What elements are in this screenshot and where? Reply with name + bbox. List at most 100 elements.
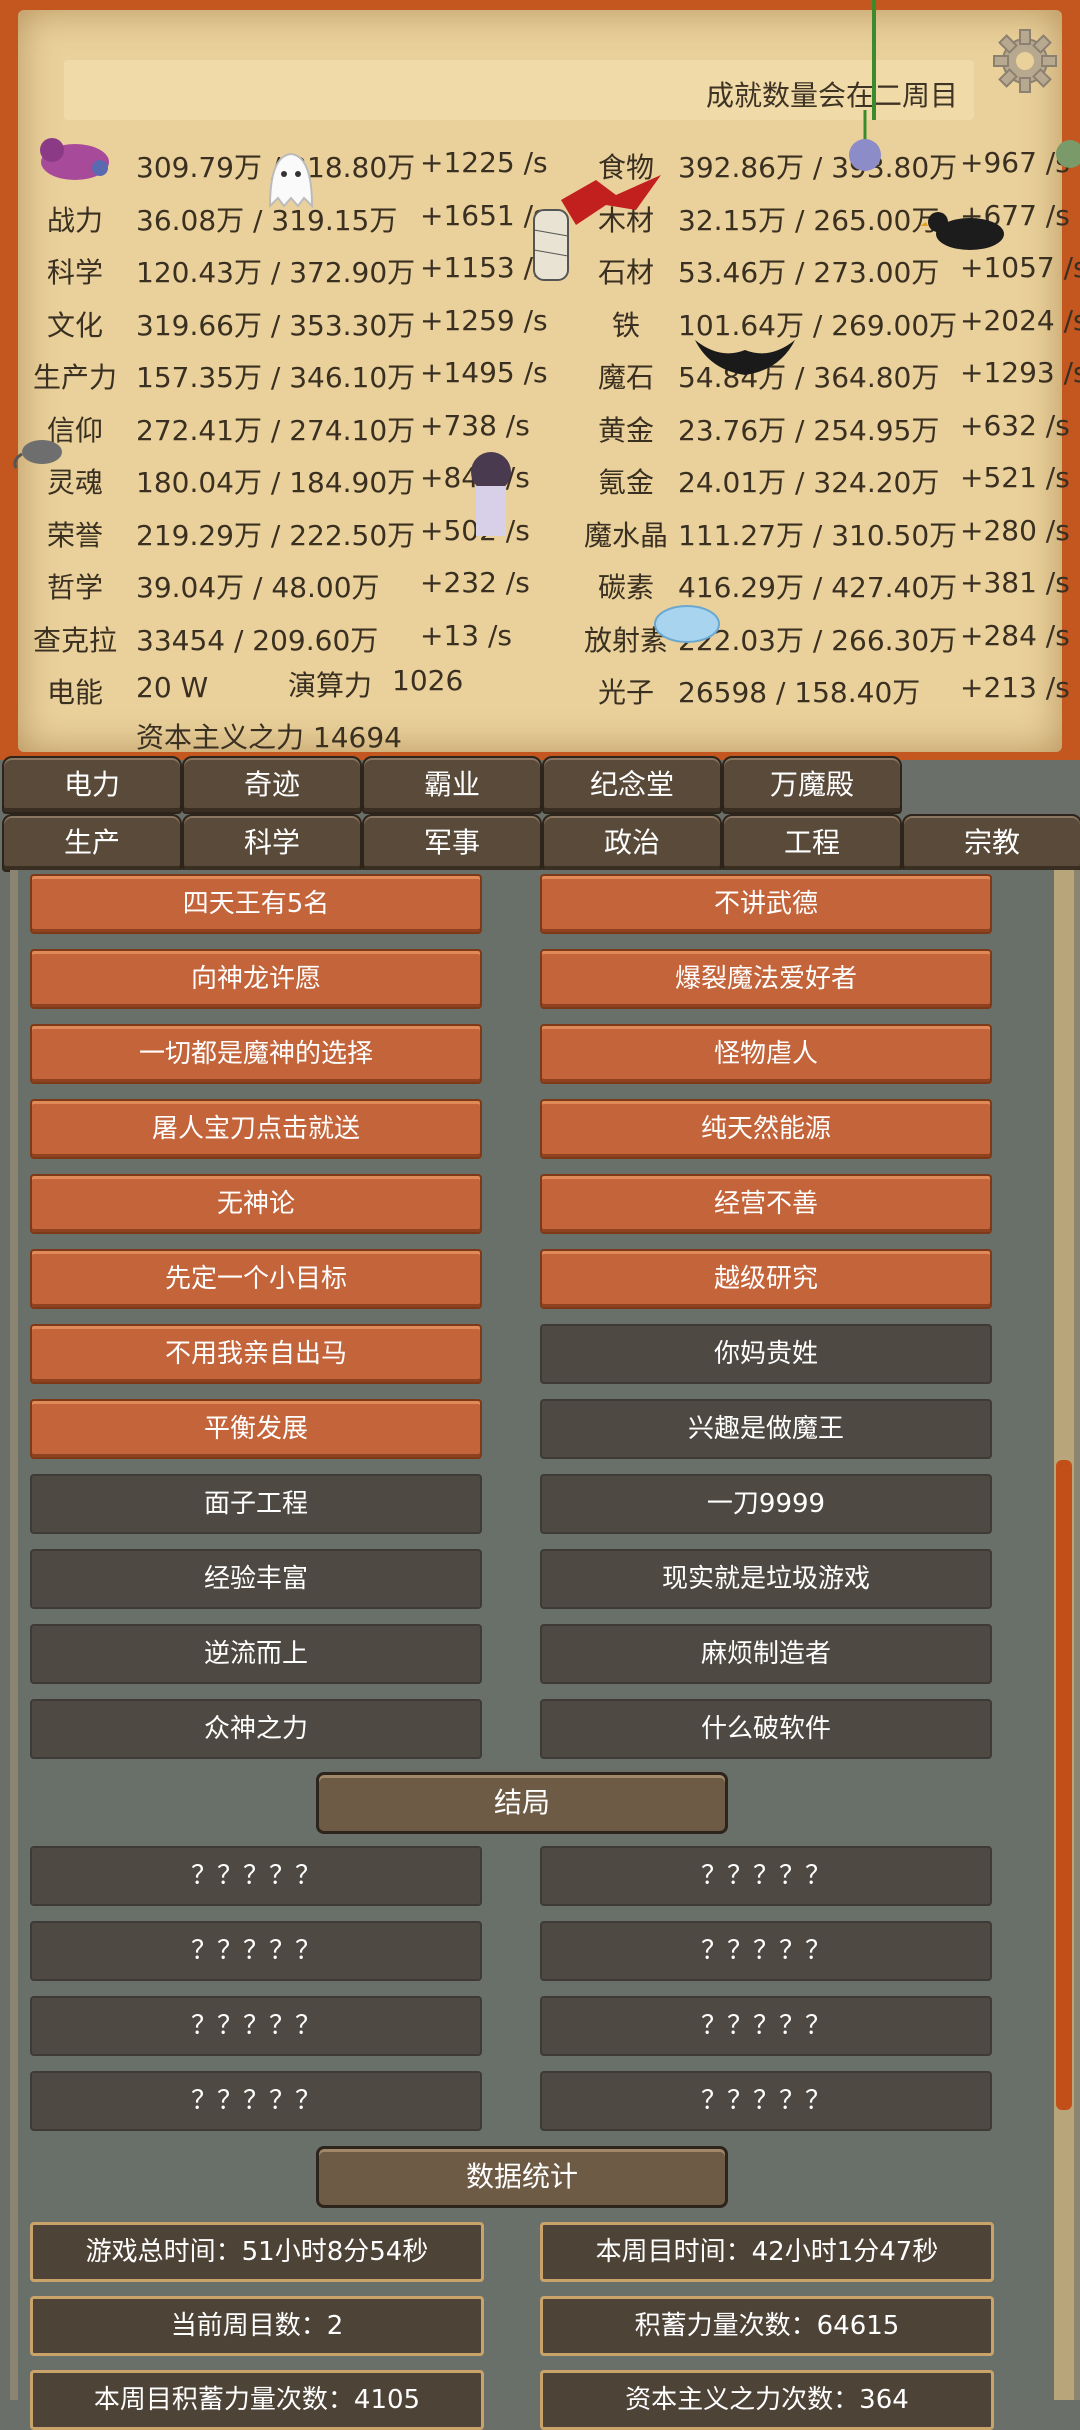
slime-icon [654, 605, 720, 643]
resource-rate: +738 /s [420, 408, 530, 442]
achievement-button[interactable]: 经验丰富 [30, 1549, 482, 1609]
resource-name: 生产力 [32, 361, 117, 394]
resource-name: 查克拉 [32, 623, 117, 657]
stat-box: 本周目时间：42小时1分47秒 [540, 2222, 994, 2282]
resource-row: 灵魂 180.04万 / 184.90万 +848 /s 氪金 24.01万 / 324… [0, 453, 1080, 505]
achievement-button[interactable]: 面子工程 [30, 1474, 482, 1534]
achievement-button[interactable]: 无神论 [30, 1174, 482, 1234]
resource-rate: +1293 /s [960, 356, 1080, 389]
stat-box: 当前周目数：2 [30, 2296, 484, 2356]
tab-button[interactable]: 万魔殿 [722, 756, 902, 814]
resource-name: 荣誉 [46, 518, 103, 552]
stat-box: 游戏总时间：51小时8分54秒 [30, 2222, 484, 2282]
ending-slot[interactable]: ？？？？？ [30, 1996, 482, 2056]
tab-button[interactable]: 纪念堂 [542, 756, 722, 814]
stats-heading: 数据统计 [316, 2146, 728, 2208]
tab-button[interactable]: 生产 [2, 814, 182, 872]
resource-rate: +13 /s [420, 618, 513, 652]
tab-button[interactable]: 政治 [542, 814, 722, 872]
achievement-button[interactable]: 现实就是垃圾游戏 [540, 1549, 992, 1609]
stat-box: 资本主义之力次数：364 [540, 2370, 994, 2430]
ending-slot[interactable]: ？？？？？ [540, 1846, 992, 1906]
ending-slot[interactable]: ？？？？？ [30, 1921, 482, 1981]
red-dragon-icon [561, 175, 661, 225]
tab-button[interactable]: 霸业 [362, 756, 542, 814]
ending-slot[interactable]: ？？？？？ [30, 2071, 482, 2131]
achievement-button[interactable]: 爆裂魔法爱好者 [540, 949, 992, 1009]
resource-value: 53.46万 / 273.00万 [678, 256, 940, 289]
achievement-button[interactable]: 不讲武德 [540, 874, 992, 934]
resource-value: 23.76万 / 254.95万 [678, 413, 940, 447]
resource-value: 111.27万 / 310.50万 [678, 518, 958, 552]
resource-value: 180.04万 / 184.90万 [136, 466, 416, 499]
achievement-button[interactable]: 一刀9999 [540, 1474, 992, 1534]
capital-row: 资本主义之力 14694 [0, 708, 1080, 760]
green-monster-icon [1056, 140, 1080, 168]
tab-button[interactable]: 奇迹 [182, 756, 362, 814]
tab-button[interactable]: 工程 [722, 814, 902, 872]
resource-value: 32.15万 / 265.00万 [678, 203, 940, 237]
ending-slot[interactable]: ？？？？？ [540, 1921, 992, 1981]
scrollbar-thumb[interactable] [1056, 1460, 1072, 2110]
achievement-button[interactable]: 先定一个小目标 [30, 1249, 482, 1309]
resource-row: 查克拉 33454 / 209.60万 +13 /s 放射素 222.03万 / 266… [0, 611, 1080, 663]
gear-icon[interactable] [990, 26, 1060, 96]
achievement-button[interactable]: 四天王有5名 [30, 874, 482, 934]
resource-value: 33454 / 209.60万 [136, 623, 379, 657]
stat-box: 本周目积蓄力量次数：4105 [30, 2370, 484, 2430]
resource-rate: +232 /s [420, 566, 530, 599]
achievement-button[interactable]: 怪物虐人 [540, 1024, 992, 1084]
tab-button[interactable]: 科学 [182, 814, 362, 872]
achievement-button[interactable]: 不用我亲自出马 [30, 1324, 482, 1384]
resource-panel: 成就数量会在二周目 309.79万 / 318.80万+1225 /s食物392… [0, 0, 1080, 760]
achievement-button[interactable]: 向神龙许愿 [30, 949, 482, 1009]
achievement-button[interactable]: 一切都是魔神的选择 [30, 1024, 482, 1084]
rope-icon [872, 0, 876, 120]
achievement-button[interactable]: 平衡发展 [30, 1399, 482, 1459]
stat-box: 积蓄力量次数：64615 [540, 2296, 994, 2356]
achievement-button[interactable]: 兴趣是做魔王 [540, 1399, 992, 1459]
bat-icon [695, 340, 795, 375]
ending-heading: 结局 [316, 1772, 728, 1834]
tab-button[interactable]: 电力 [2, 756, 182, 814]
compute-value: 1026 [392, 664, 464, 697]
achievement-button[interactable]: 你妈贵姓 [540, 1324, 992, 1384]
witch-girl-icon [471, 452, 511, 536]
resource-rate: +1225 /s [420, 146, 548, 179]
tab-button[interactable]: 宗教 [902, 814, 1080, 872]
tab-button[interactable]: 军事 [362, 814, 542, 872]
resource-rate: +284 /s [960, 618, 1070, 652]
resource-name: 氪金 [597, 466, 654, 499]
resource-name: 铁 [611, 308, 640, 342]
achievement-button[interactable]: 麻烦制造者 [540, 1624, 992, 1684]
resource-name: 哲学 [46, 571, 103, 604]
wolf-monster-icon [40, 138, 109, 180]
resource-name: 黄金 [597, 413, 654, 447]
ending-slot[interactable]: ？？？？？ [30, 1846, 482, 1906]
achievement-button[interactable]: 越级研究 [540, 1249, 992, 1309]
resource-row: 文化 319.66万 / 353.30万 +1259 /s 铁 101.64万 / 26… [0, 296, 1080, 348]
resource-name: 魔水晶 [583, 518, 668, 552]
resource-rate: +1495 /s [420, 356, 548, 389]
capital-text: 资本主义之力 14694 [136, 721, 402, 754]
resource-row: 哲学 39.04万 / 48.00万 +232 /s 碳素 416.29万 / 427.… [0, 558, 1080, 610]
achievement-button[interactable]: 纯天然能源 [540, 1099, 992, 1159]
ending-slot[interactable]: ？？？？？ [540, 2071, 992, 2131]
achievement-button[interactable]: 众神之力 [30, 1699, 482, 1759]
resource-rate: +632 /s [960, 408, 1070, 442]
ending-slot[interactable]: ？？？？？ [540, 1996, 992, 2056]
resource-name: 科学 [46, 256, 103, 289]
spider-monster-icon [849, 110, 881, 171]
resource-row: 荣誉 219.29万 / 222.50万 +502 /s 魔水晶 111.27万 / 3… [0, 506, 1080, 558]
crow-icon [920, 212, 1004, 250]
rat-icon [13, 440, 62, 469]
resource-value: 219.29万 / 222.50万 [136, 518, 416, 552]
achievement-button[interactable]: 经营不善 [540, 1174, 992, 1234]
ghost-icon [268, 152, 314, 209]
resource-value: 392.86万 / 393.80万 [678, 151, 958, 184]
achievement-button[interactable]: 屠人宝刀点击就送 [30, 1099, 482, 1159]
achievement-button[interactable]: 逆流而上 [30, 1624, 482, 1684]
resource-name: 战力 [46, 203, 103, 237]
achievement-button[interactable]: 什么破软件 [540, 1699, 992, 1759]
resource-name: 文化 [46, 308, 103, 342]
